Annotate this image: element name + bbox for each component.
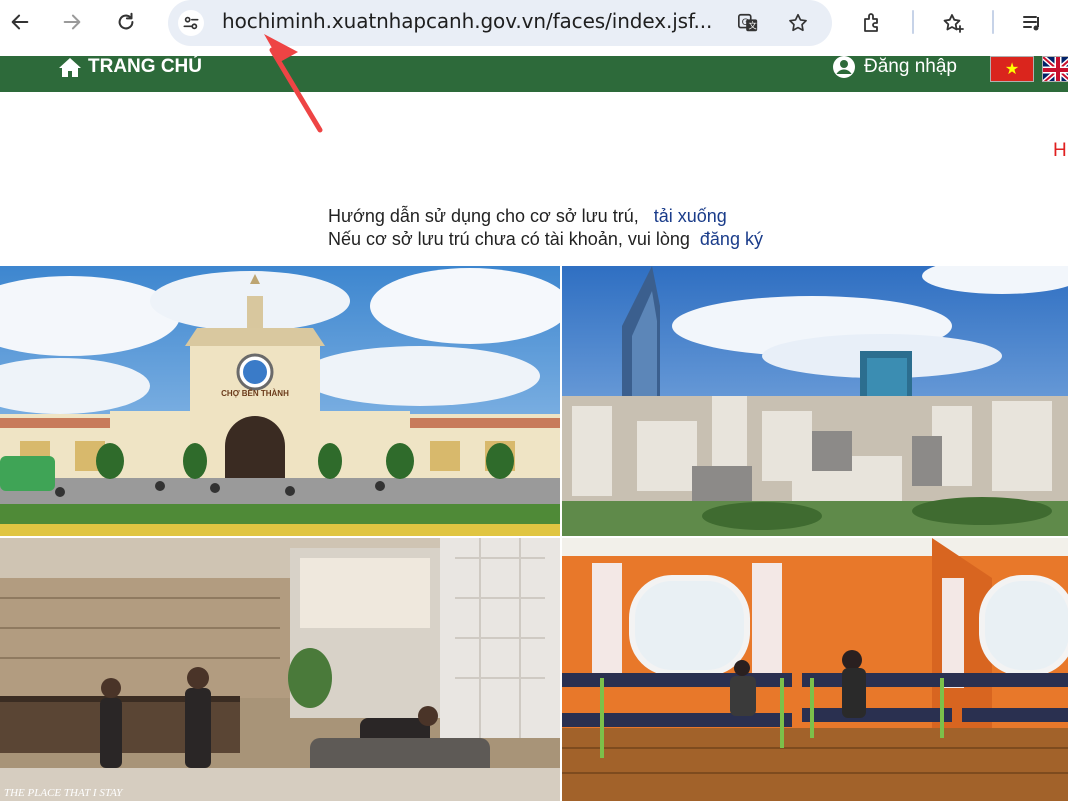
guide-text: Nếu cơ sở lưu trú chưa có tài khoản, vui… [328,229,690,249]
extensions-icon[interactable] [858,8,888,38]
bookmark-star-icon[interactable] [784,9,812,37]
annotation-arrow-icon [264,34,323,133]
forward-arrow-icon[interactable] [56,6,88,38]
hostel-dorm-photo [562,538,1068,801]
reading-list-icon[interactable] [1018,8,1048,38]
hotel-lobby-photo: THE PLACE THAT I STAY [0,538,560,801]
home-label: TRANG CHỦ [88,56,202,77]
toolbar-separator [912,10,914,34]
back-arrow-icon[interactable] [4,6,36,38]
login-link[interactable]: Đăng nhập [832,56,957,78]
register-link[interactable]: đăng ký [700,229,763,249]
bookmarks-icon[interactable] [938,8,968,38]
ben-thanh-market-photo: CHỢ BẾN THÀNH [0,266,560,536]
guide-text: Hướng dẫn sử dụng cho cơ sở lưu trú, [328,206,639,226]
guide-line-register: Nếu cơ sở lưu trú chưa có tài khoản, vui… [328,228,763,251]
svg-text:文: 文 [748,21,756,31]
download-link[interactable]: tải xuống [654,206,727,226]
market-sign: CHỢ BẾN THÀNH [221,388,289,398]
reload-icon[interactable] [110,6,142,38]
toolbar-separator [992,10,994,34]
cut-off-heading: H [1053,140,1067,161]
guide-line-download: Hướng dẫn sử dụng cho cơ sở lưu trú, tải… [328,205,763,228]
english-flag-icon[interactable] [1042,56,1068,82]
site-header: TRANG CHỦ Đăng nhập [0,56,1068,92]
user-icon [833,56,855,78]
guide-section: Hướng dẫn sử dụng cho cơ sở lưu trú, tải… [328,205,763,251]
site-settings-icon[interactable] [178,10,204,36]
translate-icon[interactable]: G文 [734,9,762,37]
home-nav-link[interactable]: TRANG CHỦ [58,56,202,78]
city-skyline-photo [562,266,1068,536]
home-icon [59,58,81,77]
vietnamese-flag-icon[interactable]: ★ [990,56,1034,82]
browser-toolbar: hochiminh.xuatnhapcanh.gov.vn/faces/inde… [0,0,1068,56]
lobby-caption: THE PLACE THAT I STAY [4,787,124,799]
login-label: Đăng nhập [864,56,957,77]
